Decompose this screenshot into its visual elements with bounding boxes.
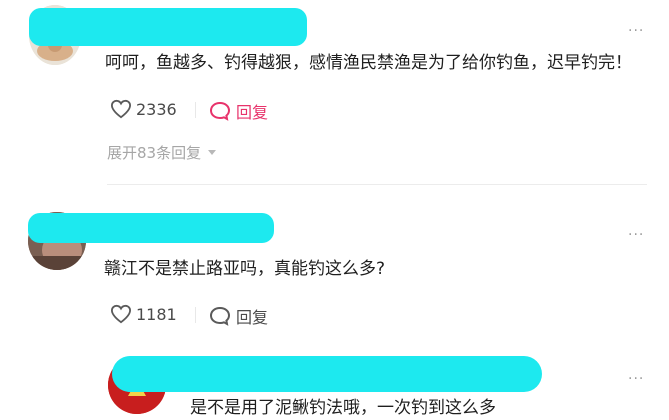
- comment-1-like-count: 2336: [136, 99, 177, 119]
- comment-2-like-button[interactable]: 1181: [110, 304, 177, 324]
- comment-1-more-button[interactable]: ···: [628, 24, 644, 38]
- nested-reply-more-button[interactable]: ···: [628, 372, 644, 386]
- heart-icon: [110, 304, 132, 324]
- username-redaction: [28, 213, 274, 243]
- expand-replies-button[interactable]: 展开83条回复: [107, 142, 217, 163]
- comment-divider: [107, 184, 647, 185]
- comment-2-more-button[interactable]: ···: [628, 228, 644, 242]
- comment-2-like-count: 1181: [136, 304, 177, 324]
- heart-icon: [110, 99, 132, 119]
- reply-bubble-icon: [209, 101, 231, 121]
- comment-1-reply-button[interactable]: 回复: [209, 99, 268, 123]
- action-divider: [195, 102, 196, 118]
- username-redaction: [29, 8, 307, 46]
- nested-reply-text: 是不是用了泥鳅钓法哦，一次钓到这么多: [190, 398, 496, 418]
- comment-2-reply-label: 回复: [236, 308, 269, 327]
- comment-2-text: 赣江不是禁止路亚吗，真能钓这么多?: [104, 259, 386, 279]
- expand-replies-label: 展开83条回复: [107, 144, 202, 162]
- comment-1-text: 呵呵，鱼越多、钓得越狠，感情渔民禁渔是为了给你钓鱼，迟早钓完！: [105, 53, 632, 73]
- comment-2-reply-button[interactable]: 回复: [209, 304, 268, 328]
- chevron-down-icon: [208, 149, 217, 155]
- username-redaction: [112, 356, 542, 392]
- comment-1-reply-label: 回复: [236, 103, 269, 122]
- reply-bubble-icon: [209, 306, 231, 326]
- action-divider: [195, 307, 196, 323]
- comment-1-like-button[interactable]: 2336: [110, 99, 177, 119]
